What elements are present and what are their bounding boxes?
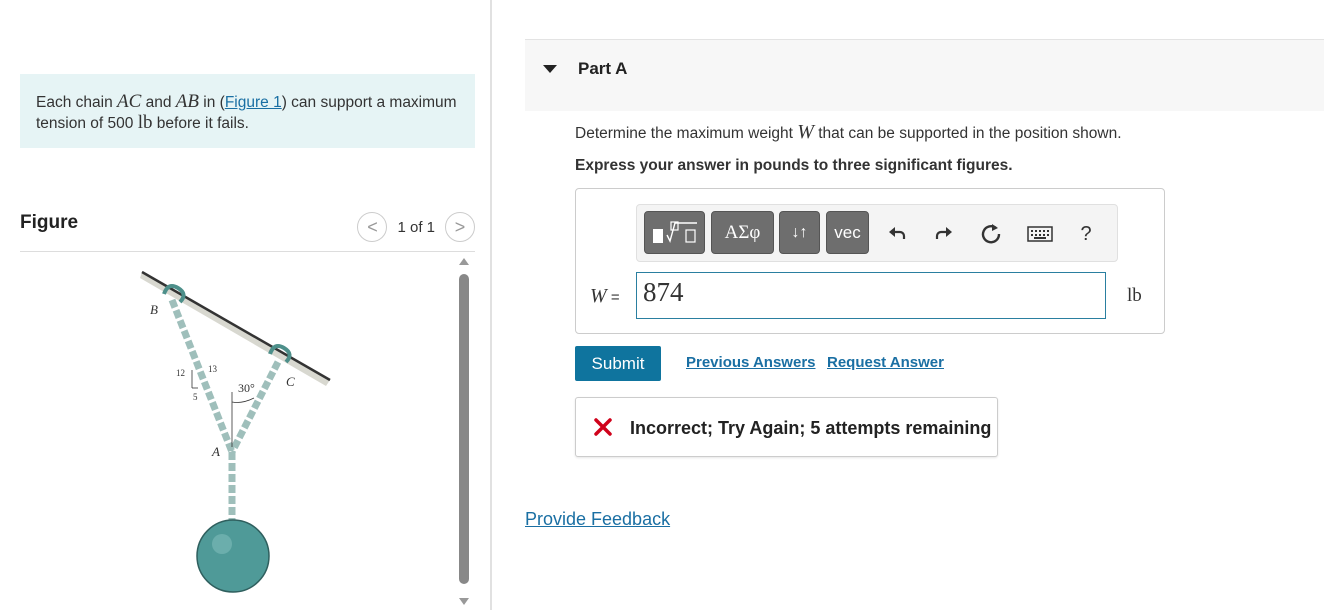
feedback-text: Incorrect; Try Again; 5 attempts remaini…	[630, 418, 992, 438]
chain-figure: B C A 12 13 5 30°	[140, 270, 331, 593]
answer-var: W	[590, 285, 607, 307]
label-12: 12	[176, 368, 185, 378]
unit-lb: lb	[137, 112, 153, 133]
math-toolbar: ΑΣφ ↓↑ vec ?	[636, 204, 1118, 262]
templates-icon	[652, 220, 697, 243]
figure-title: Figure	[20, 212, 79, 233]
problem-statement: Each chain AC and AB in (Figure 1) can s…	[20, 74, 475, 148]
part-title: Part A	[578, 59, 628, 78]
label-a: A	[211, 444, 220, 459]
vec-label: vec	[834, 222, 861, 242]
figure-scrollbar[interactable]	[457, 258, 471, 608]
request-answer-link[interactable]: Request Answer	[827, 354, 944, 371]
problem-text: in (	[198, 94, 225, 111]
previous-answers-link[interactable]: Previous Answers	[686, 354, 816, 371]
submit-button[interactable]: Submit	[575, 346, 661, 381]
reset-icon[interactable]	[976, 219, 1006, 249]
var-ab: AB	[175, 91, 199, 112]
next-figure-button[interactable]: >	[445, 212, 475, 242]
chain-ac	[228, 360, 282, 454]
label-13: 13	[208, 364, 218, 374]
scroll-thumb[interactable]	[459, 274, 469, 584]
ball-highlight	[212, 534, 232, 554]
label-5: 5	[193, 392, 198, 402]
arrows-icon: ↓↑	[791, 223, 808, 241]
var-w: W	[797, 121, 814, 143]
problem-text: before it fails.	[152, 115, 249, 132]
angle-arc	[231, 397, 255, 403]
chevron-left-icon: <	[367, 216, 378, 237]
page: Each chain AC and AB in (Figure 1) can s…	[0, 0, 1324, 610]
pager-label: 1 of 1	[397, 218, 435, 236]
greek-symbols-button[interactable]: ΑΣφ	[711, 211, 774, 254]
problem-text: Each chain	[36, 94, 117, 111]
scroll-down-arrow-icon[interactable]	[459, 598, 469, 605]
var-ac: AC	[117, 91, 142, 112]
prev-figure-button[interactable]: <	[357, 212, 388, 242]
left-pane: Each chain AC and AB in (Figure 1) can s…	[0, 0, 490, 610]
collapse-caret-icon[interactable]	[543, 65, 557, 73]
question-part: that can be supported in the position sh…	[813, 125, 1122, 142]
pane-divider[interactable]	[490, 0, 492, 610]
feedback-message: Incorrect; Try Again; 5 attempts remaini…	[575, 397, 998, 457]
keyboard-icon[interactable]	[1023, 219, 1057, 249]
chevron-right-icon: >	[454, 216, 466, 237]
incorrect-x-icon	[594, 418, 612, 436]
problem-text: and	[141, 94, 176, 111]
help-icon[interactable]: ?	[1071, 219, 1101, 249]
weight-ball	[196, 519, 270, 593]
answer-variable-label: W =	[590, 285, 620, 308]
label-30-deg: 30°	[238, 381, 255, 395]
figure-header: Figure < 1 of 1 >	[20, 210, 475, 252]
question-text: Determine the maximum weight W that can …	[575, 121, 1122, 144]
label-b: B	[150, 302, 158, 317]
answer-input[interactable]: 874	[636, 272, 1106, 319]
provide-feedback-link[interactable]: Provide Feedback	[525, 509, 670, 530]
answer-unit: lb	[1127, 285, 1142, 306]
figure-link[interactable]: Figure 1	[225, 94, 282, 111]
templates-button[interactable]	[644, 211, 705, 254]
equals-sign: =	[606, 289, 620, 306]
subscript-superscript-button[interactable]: ↓↑	[779, 211, 820, 254]
scroll-up-arrow-icon[interactable]	[459, 258, 469, 265]
figure-pager: < 1 of 1 >	[357, 212, 475, 242]
part-a-header[interactable]: Part A	[525, 39, 1324, 111]
question-part: Determine the maximum weight	[575, 125, 798, 142]
vector-button[interactable]: vec	[826, 211, 869, 254]
answer-box: ΑΣφ ↓↑ vec ? W = 874 lb	[575, 188, 1165, 334]
instruction-text: Express your answer in pounds to three s…	[575, 157, 1013, 174]
greek-label: ΑΣφ	[724, 221, 761, 243]
undo-icon[interactable]	[882, 219, 912, 249]
help-label: ?	[1080, 222, 1092, 245]
redo-icon[interactable]	[929, 219, 959, 249]
label-c: C	[286, 374, 295, 389]
